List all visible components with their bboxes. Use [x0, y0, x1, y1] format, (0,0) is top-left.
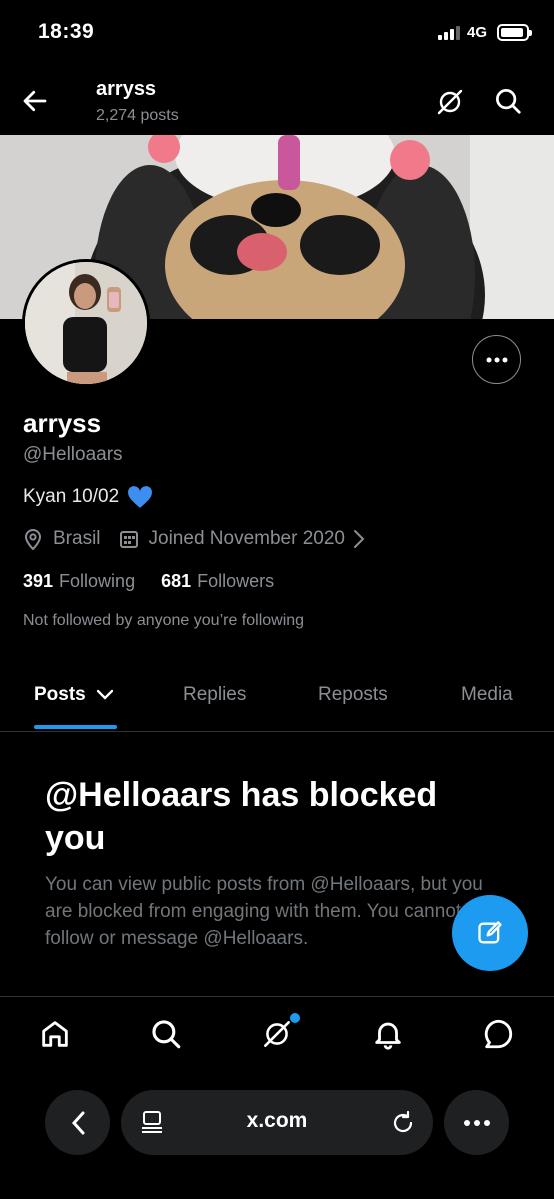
location-text: Brasil: [53, 528, 101, 549]
bottom-nav: [0, 996, 554, 1071]
followers-label: Followers: [197, 571, 275, 591]
header-post-count: 2,274 posts: [96, 107, 179, 124]
profile-meta: Brasil Joined November 2020: [23, 528, 383, 550]
tab-replies[interactable]: Replies: [183, 684, 246, 706]
grok-icon: [264, 1021, 290, 1047]
user-handle: @Helloaars: [23, 444, 123, 465]
nav-search[interactable]: [149, 1017, 183, 1051]
followers-link[interactable]: 681 Followers: [161, 571, 274, 592]
location: Brasil: [23, 528, 101, 550]
tab-posts[interactable]: Posts: [34, 684, 114, 706]
status-time: 18:39: [38, 20, 95, 43]
more-icon: [463, 1119, 490, 1126]
profile-avatar[interactable]: [22, 259, 150, 387]
back-arrow-icon: [23, 90, 47, 112]
profile-header: arryss 2,274 posts: [0, 66, 554, 136]
following-count: 391: [23, 571, 54, 591]
signal-icon: [438, 26, 460, 40]
joined-date[interactable]: Joined November 2020: [119, 528, 365, 550]
home-icon: [42, 1021, 68, 1047]
status-bar: 18:39 4G: [0, 0, 554, 66]
browser-toolbar: x.com: [0, 1071, 554, 1199]
chevron-down-icon: [96, 689, 113, 700]
grok-icon: [437, 89, 463, 115]
nav-notifications[interactable]: [371, 1017, 405, 1051]
nav-grok[interactable]: [260, 1017, 294, 1051]
tab-reposts[interactable]: Reposts: [318, 684, 388, 706]
reload-icon[interactable]: [391, 1109, 415, 1135]
follow-stats: 391 Following 681 Followers: [23, 571, 300, 592]
grok-notification-dot: [290, 1013, 300, 1023]
blocked-title: @Helloaars has blocked you: [45, 776, 438, 857]
chevron-left-icon: [71, 1111, 84, 1134]
search-icon: [152, 1020, 181, 1049]
profile-tabs: Posts Replies Reposts Media: [0, 664, 554, 732]
location-icon: [24, 529, 42, 550]
browser-back-button[interactable]: [45, 1090, 110, 1155]
followers-count: 681: [161, 571, 192, 591]
header-name: arryss: [96, 78, 157, 100]
compose-button[interactable]: [452, 895, 528, 971]
chevron-right-icon: [353, 530, 365, 548]
browser-address-bar[interactable]: x.com: [121, 1090, 433, 1155]
profile-bio: Kyan 10/02: [23, 485, 153, 509]
active-tab-indicator: [34, 725, 117, 729]
browser-url: x.com: [246, 1109, 308, 1132]
following-link[interactable]: 391 Following: [23, 571, 135, 592]
nav-home[interactable]: [38, 1017, 72, 1051]
nav-messages[interactable]: [481, 1017, 515, 1051]
profile-more-button[interactable]: [472, 335, 521, 384]
joined-text: Joined November 2020: [148, 528, 345, 549]
back-button[interactable]: [20, 86, 50, 116]
browser-more-button[interactable]: [444, 1090, 509, 1155]
grok-button[interactable]: [434, 86, 466, 118]
network-type: 4G: [467, 24, 488, 41]
calendar-icon: [119, 531, 138, 548]
messages-icon: [484, 1019, 513, 1049]
blocked-message: You can view public posts from @Helloaar…: [45, 874, 483, 949]
search-icon: [496, 89, 521, 114]
compose-icon: [478, 921, 502, 944]
bio-text: Kyan 10/02: [23, 486, 120, 507]
notifications-icon: [375, 1022, 401, 1050]
search-button[interactable]: [493, 86, 523, 116]
more-icon: [486, 357, 507, 362]
tab-posts-label: Posts: [34, 684, 86, 705]
blue-heart-icon: [128, 486, 153, 508]
tab-media[interactable]: Media: [461, 684, 513, 706]
battery-icon: [497, 24, 532, 41]
not-followed-text: Not followed by anyone you’re following: [23, 612, 305, 629]
display-name: arryss: [23, 408, 102, 438]
following-label: Following: [59, 571, 136, 591]
avatar-photo: [25, 262, 147, 384]
